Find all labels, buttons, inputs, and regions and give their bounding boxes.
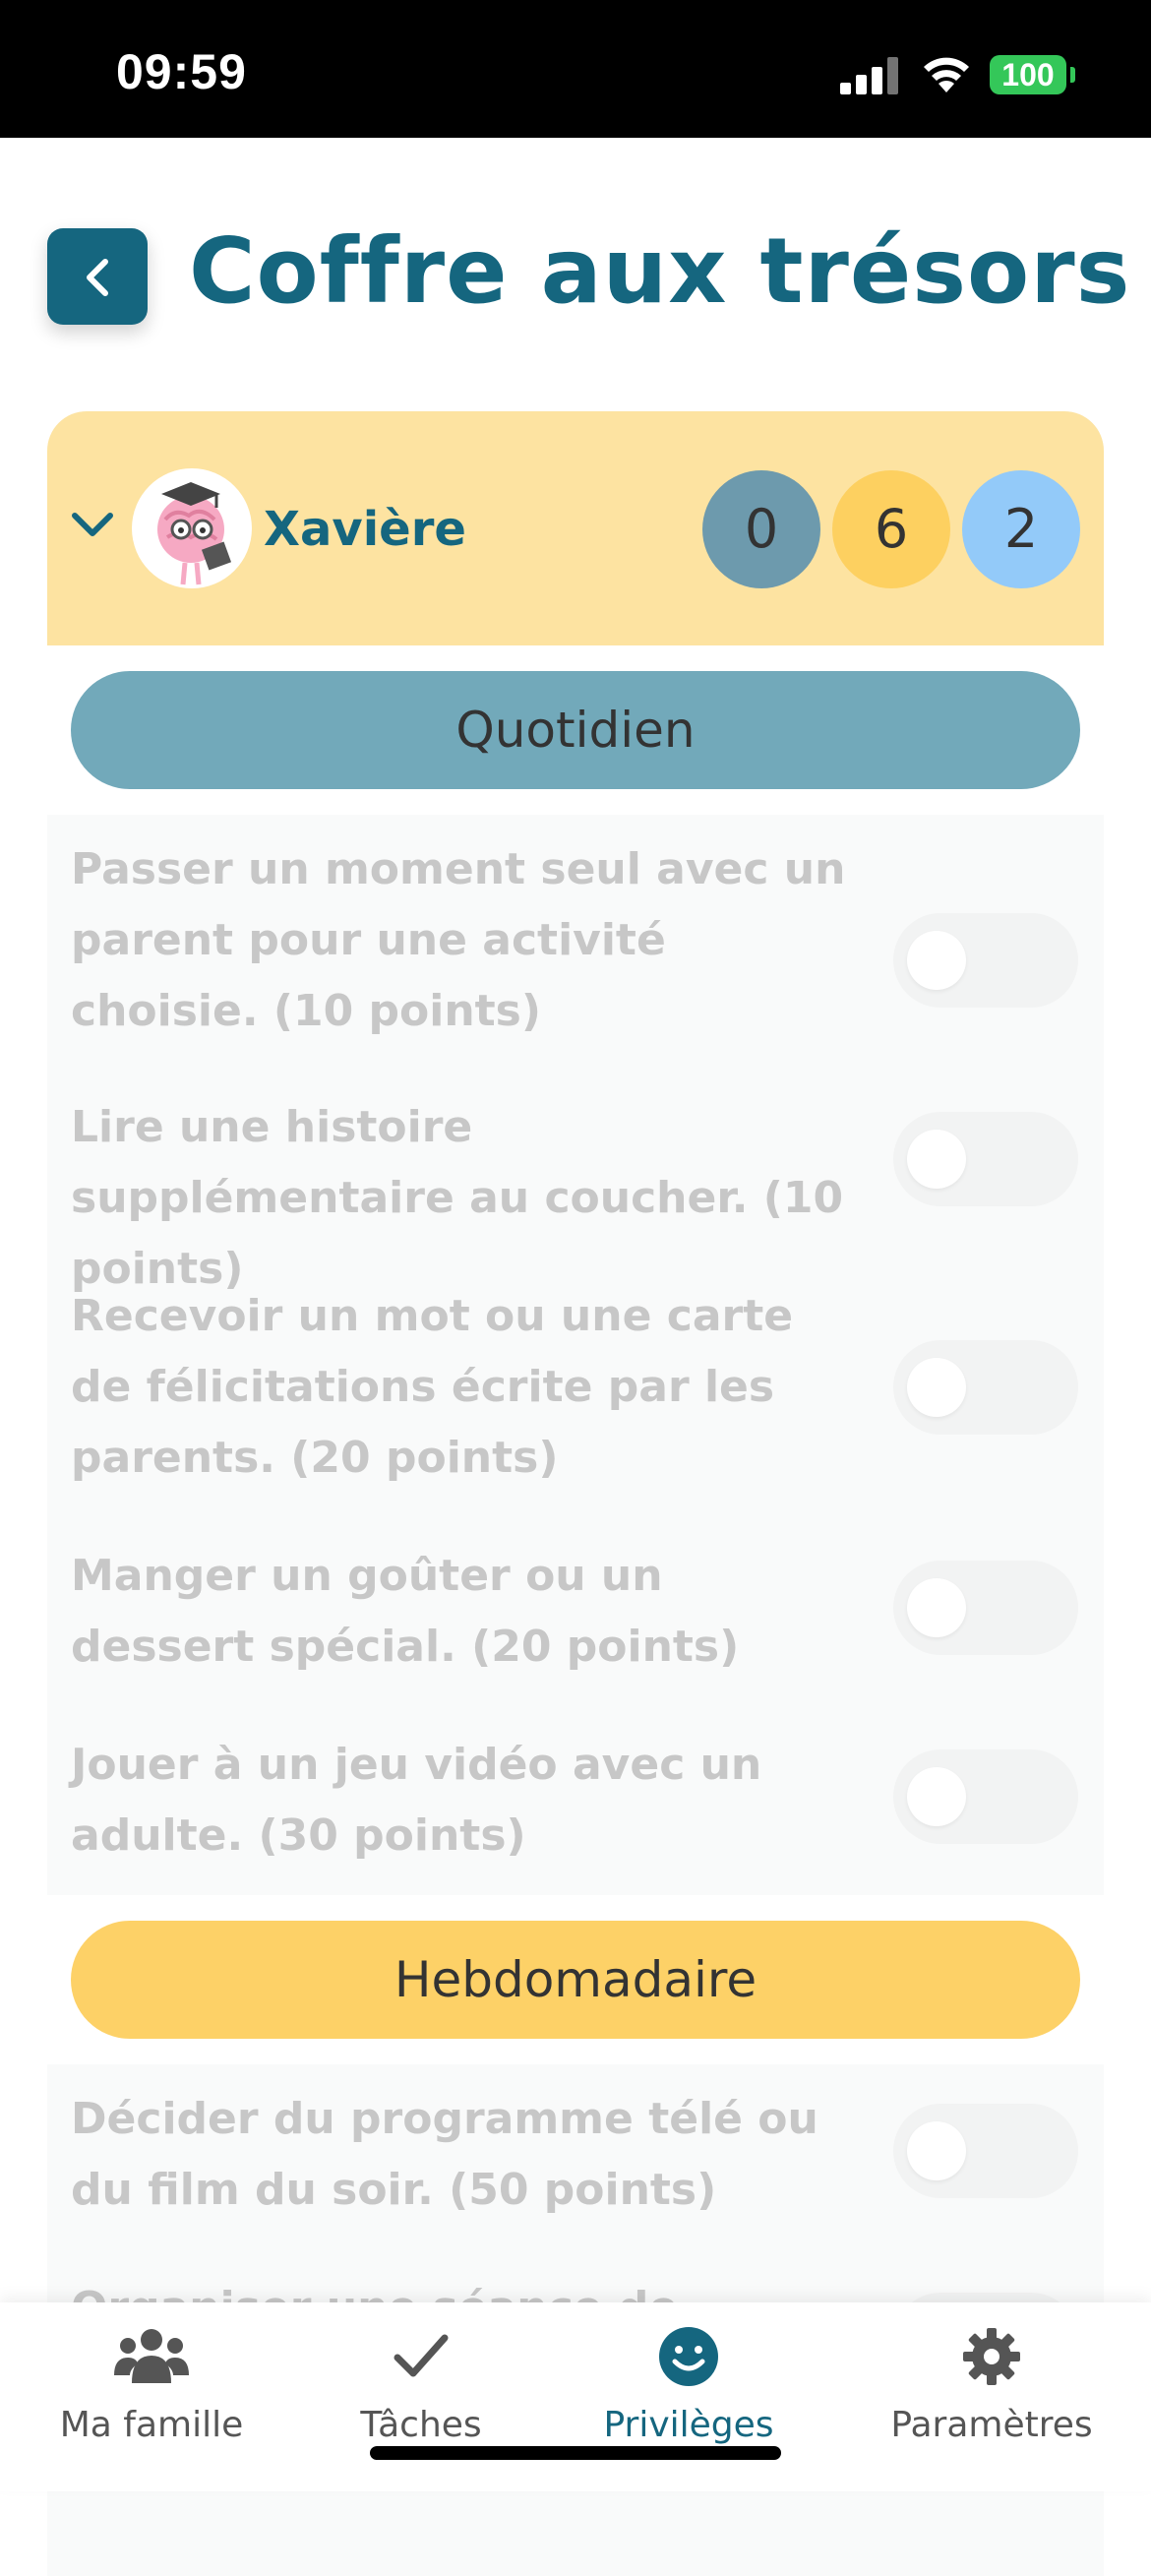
reward-row: Passer un moment seul avec un parent pou… xyxy=(47,834,1104,1057)
tab-privileges[interactable]: Privilèges xyxy=(545,2302,832,2491)
page-title: Coffre aux trésors xyxy=(189,218,1131,324)
avatar xyxy=(132,468,252,588)
reward-toggle[interactable] xyxy=(893,913,1078,1008)
section-weekly-header: Hebdomadaire xyxy=(47,1895,1104,2064)
reward-row: Manger un goûter ou un dessert spécial. … xyxy=(47,1541,1104,1688)
status-bar: 09:59 100 xyxy=(0,0,1151,138)
reward-text: Jouer à un jeu vidéo avec un adulte. (30… xyxy=(71,1740,762,1861)
child-card: Xavière 0 6 2 Quotidien Passer un moment… xyxy=(47,411,1104,2576)
signal-icon xyxy=(840,57,899,94)
tab-label: Privilèges xyxy=(603,2405,774,2445)
reward-row: Décider du programme télé ou du film du … xyxy=(47,2084,1104,2232)
reward-toggle[interactable] xyxy=(893,1749,1078,1844)
toggle-knob xyxy=(907,2121,966,2180)
toggle-knob xyxy=(907,931,966,990)
reward-text: Décider du programme télé ou du film du … xyxy=(71,2094,818,2215)
tab-bar: Ma famille Tâches Privilèges Paramètres xyxy=(0,2302,1151,2491)
battery-tip xyxy=(1070,67,1075,83)
reward-row: Jouer à un jeu vidéo avec un adulte. (30… xyxy=(47,1730,1104,1877)
points-counter-yellow: 6 xyxy=(832,470,950,588)
tab-label: Tâches xyxy=(360,2405,482,2445)
home-indicator xyxy=(370,2446,781,2460)
users-icon xyxy=(114,2329,189,2383)
section-pill-daily[interactable]: Quotidien xyxy=(71,671,1080,789)
points-counter-blue: 2 xyxy=(962,470,1080,588)
wifi-icon xyxy=(924,57,969,92)
child-name: Xavière xyxy=(264,502,466,557)
tab-label: Paramètres xyxy=(890,2405,1093,2445)
toggle-knob xyxy=(907,1130,966,1189)
status-time: 09:59 xyxy=(116,44,247,99)
back-button[interactable] xyxy=(47,228,148,325)
tab-taches[interactable]: Tâches xyxy=(277,2302,565,2491)
child-header[interactable]: Xavière 0 6 2 xyxy=(47,411,1104,645)
reward-toggle[interactable] xyxy=(893,2104,1078,2198)
reward-row: Recevoir un mot ou une carte de félicita… xyxy=(47,1281,1104,1503)
reward-toggle[interactable] xyxy=(893,1112,1078,1206)
toggle-knob xyxy=(907,1578,966,1637)
points-counter-gray: 0 xyxy=(702,470,820,588)
toggle-knob xyxy=(907,1767,966,1826)
section-daily-header: Quotidien xyxy=(47,645,1104,815)
chevron-down-icon[interactable] xyxy=(71,510,114,539)
reward-text: Recevoir un mot ou une carte de félicita… xyxy=(71,1291,794,1483)
toggle-knob xyxy=(907,1358,966,1417)
reward-text: Lire une histoire supplémentaire au couc… xyxy=(71,1102,844,1294)
tab-ma-famille[interactable]: Ma famille xyxy=(8,2302,295,2491)
reward-toggle[interactable] xyxy=(893,1340,1078,1435)
reward-row: Lire une histoire supplémentaire au couc… xyxy=(47,1092,1104,1294)
checkmark-icon xyxy=(394,2334,449,2377)
smiley-icon xyxy=(659,2327,718,2386)
chevron-left-icon xyxy=(87,259,108,296)
tab-parametres[interactable]: Paramètres xyxy=(848,2302,1135,2491)
reward-toggle[interactable] xyxy=(893,1561,1078,1655)
reward-text: Manger un goûter ou un dessert spécial. … xyxy=(71,1551,740,1672)
battery-icon: 100 xyxy=(990,55,1066,94)
tab-label: Ma famille xyxy=(59,2405,244,2445)
reward-text: Passer un moment seul avec un parent pou… xyxy=(71,844,846,1036)
gear-icon xyxy=(963,2328,1020,2385)
section-pill-weekly[interactable]: Hebdomadaire xyxy=(71,1921,1080,2039)
